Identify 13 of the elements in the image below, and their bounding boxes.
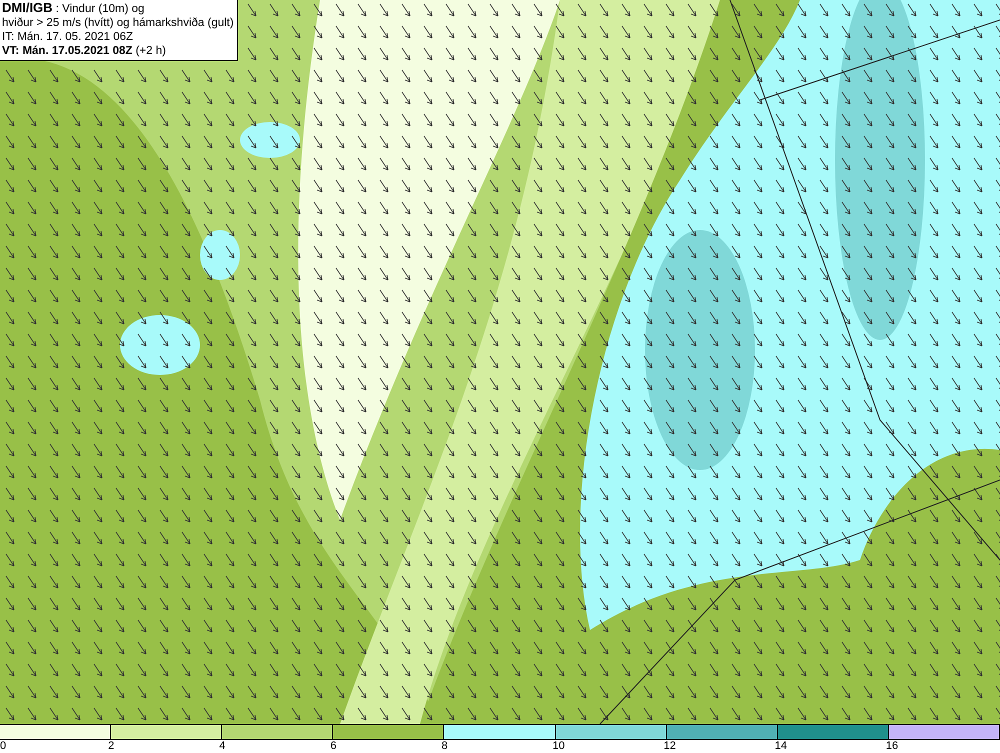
info-text: IT: Mán. 17. 05. 2021 06Z <box>2 30 134 44</box>
legend-tick-label: 2 <box>108 740 114 753</box>
legend-tick-label: 6 <box>330 740 336 753</box>
legend-tick-label: 8 <box>441 740 448 753</box>
info-text: DMI/IGB : Vindur (10m) og <box>2 1 146 16</box>
legend-tick-label: 4 <box>219 740 226 753</box>
info-text: VT: Mán. 17.05.2021 08Z (+2 h) <box>2 44 167 58</box>
legend-tick-label: 0 <box>0 740 6 753</box>
legend-tick-label: 12 <box>664 740 676 753</box>
legend-tick-label: 10 <box>552 740 565 753</box>
legend-tick-label: 14 <box>774 740 788 753</box>
info-text: hviður > 25 m/s (hvítt) og hámarkshviða (gult) <box>2 16 234 30</box>
legend-tick-label: 16 <box>886 740 898 753</box>
